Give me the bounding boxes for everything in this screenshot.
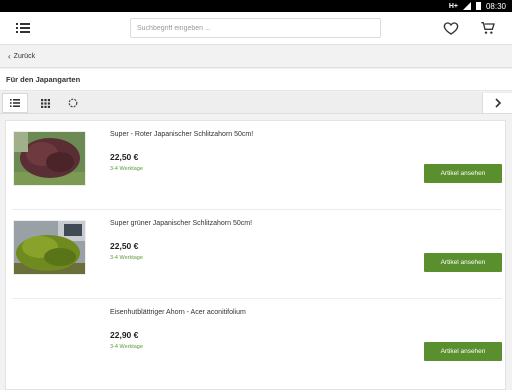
grid-view-button[interactable] [32,93,58,113]
product-price: 22,50 € [110,241,139,251]
view-article-button[interactable]: Artikel ansehen [424,253,502,272]
view-article-button[interactable]: Artikel ansehen [424,164,502,183]
delivery-time: 3-4 Werktage [110,344,143,350]
delivery-time: 3-4 Werktage [110,255,143,261]
clock: 08:30 [485,1,506,11]
next-button[interactable] [482,93,512,113]
cart-icon[interactable] [480,20,496,36]
app-header [0,12,512,45]
product-price: 22,50 € [110,152,139,162]
product-price: 22,90 € [110,330,139,340]
menu-icon[interactable] [16,22,30,34]
grid-icon [40,98,50,108]
title-bar: Für den Japangarten [0,69,512,91]
list-icon [10,99,20,107]
chevron-right-icon [494,98,501,108]
product-item[interactable]: Super grüner Japanischer Schlitzahorn 50… [12,210,502,299]
view-article-button[interactable]: Artikel ansehen [424,342,502,361]
list-view-button[interactable] [2,93,28,113]
back-bar: ‹ Zurück [0,46,512,68]
product-name[interactable]: Super grüner Japanischer Schlitzahorn 50… [110,220,252,227]
product-name[interactable]: Eisenhutblättriger Ahorn - Acer aconitif… [110,309,246,316]
filter-circle-icon [68,98,78,108]
product-image-green-maple[interactable] [13,220,86,275]
product-item[interactable]: Super - Roter Japanischer Schlitzahorn 5… [12,121,502,210]
product-item[interactable]: Eisenhutblättriger Ahorn - Acer aconitif… [12,299,502,388]
battery-icon [475,2,481,10]
product-image-red-maple[interactable] [13,131,86,186]
status-bar: H+ 08:30 [0,0,512,12]
delivery-time: 3-4 Werktage [110,166,143,172]
back-button[interactable]: ‹ Zurück [8,52,35,61]
back-label: Zurück [13,53,36,60]
signal-icon [462,2,471,10]
chevron-left-icon: ‹ [8,52,11,61]
filter-button[interactable] [60,93,86,113]
product-name[interactable]: Super - Roter Japanischer Schlitzahorn 5… [110,131,253,138]
view-toolbar [0,92,512,114]
wishlist-heart-icon[interactable] [443,20,459,36]
signal-label: H+ [448,2,458,10]
page-title: Für den Japangarten [6,75,81,84]
search-input[interactable] [130,18,381,38]
product-list: Super - Roter Japanischer Schlitzahorn 5… [5,120,506,390]
